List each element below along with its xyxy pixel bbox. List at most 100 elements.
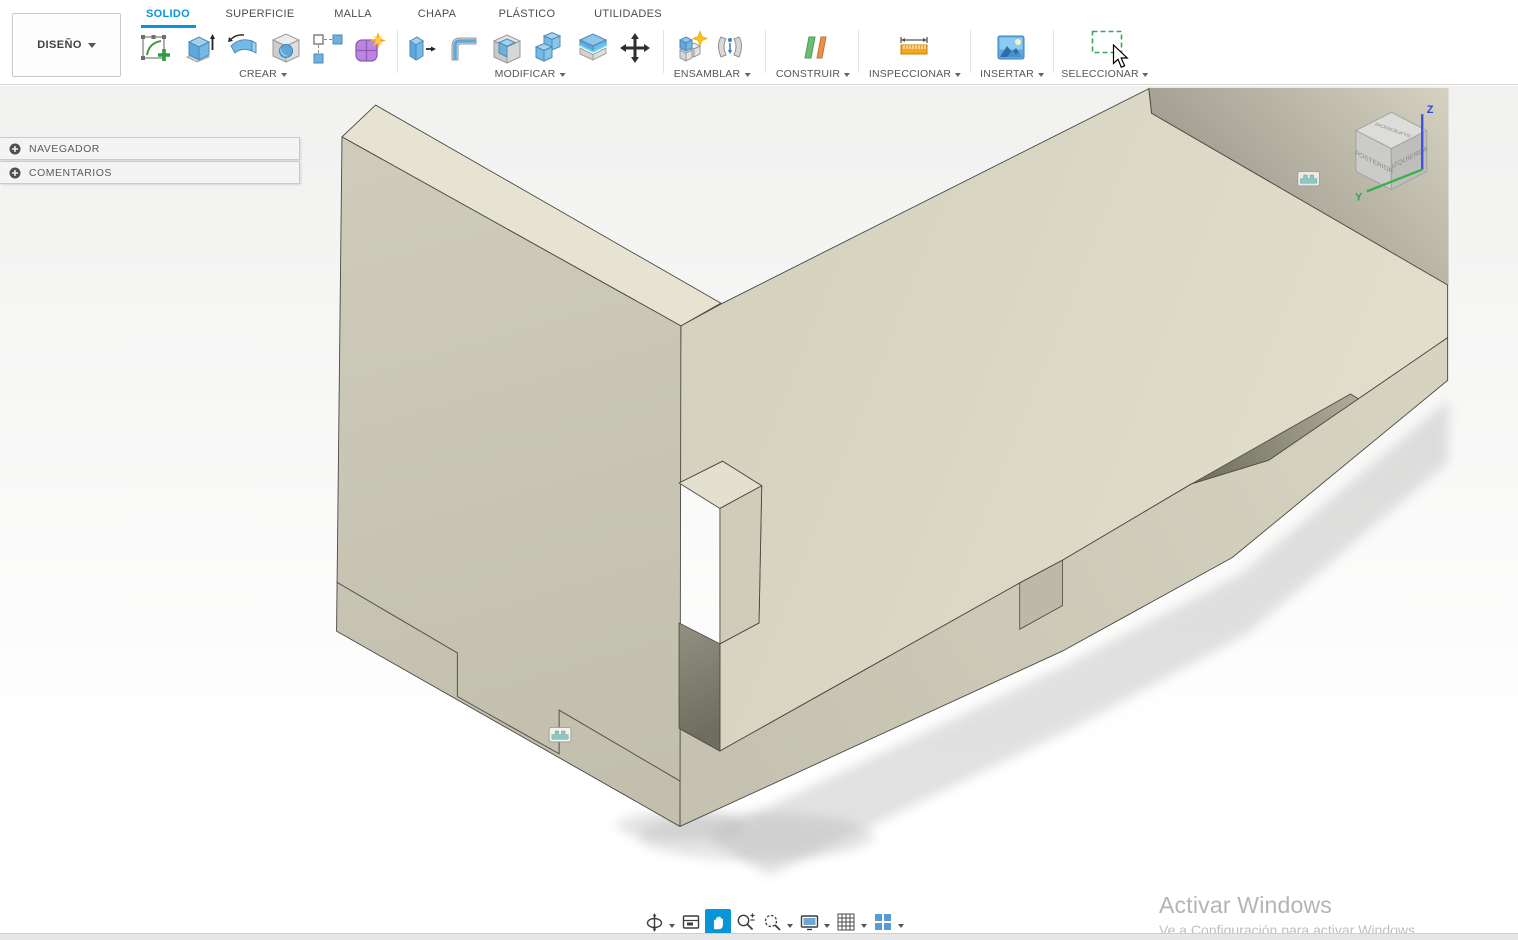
- group-construir-label: CONSTRUIR: [775, 68, 841, 80]
- measure-icon: [900, 37, 928, 55]
- chevron-down-icon: [87, 42, 96, 52]
- group-insertar[interactable]: INSERTAR: [980, 68, 1044, 80]
- windows-activation-watermark: Activar Windows Ve a Configuración para …: [1159, 892, 1419, 938]
- window-bottom-strip: [0, 933, 1518, 940]
- new-component-icon: [678, 30, 708, 62]
- group-insertar-label: INSERTAR: [980, 68, 1034, 80]
- shell-icon: [492, 34, 522, 64]
- group-construir[interactable]: CONSTRUIR: [775, 68, 851, 80]
- group-ensamblar[interactable]: ENSAMBLAR: [674, 68, 751, 80]
- orbit-icon: [646, 912, 662, 932]
- watermark-title: Activar Windows: [1159, 892, 1332, 918]
- toolbar-divider: [765, 30, 766, 73]
- toolbar-divider: [970, 30, 971, 73]
- fillet-button[interactable]: [445, 29, 483, 67]
- toolbar-divider: [663, 30, 664, 73]
- main-toolbar: DISEÑO SOLIDO SUPERFICIE MALLA CHAPA PLÁ…: [0, 0, 1518, 85]
- press-pull-button[interactable]: [402, 29, 440, 67]
- panel-navegador[interactable]: NAVEGADOR: [0, 137, 300, 160]
- joint-button[interactable]: [712, 29, 746, 67]
- primitive-box-button[interactable]: [180, 29, 218, 67]
- chevron-down-icon[interactable]: [861, 923, 867, 931]
- design-menu-label: DISEÑO: [37, 39, 82, 51]
- panel-navegador-label: NAVEGADOR: [29, 142, 100, 155]
- tab-plastico[interactable]: PLÁSTICO: [499, 5, 556, 23]
- group-ensamblar-label: ENSAMBLAR: [673, 68, 741, 80]
- zoom-button[interactable]: [732, 909, 758, 935]
- fit-button[interactable]: [759, 909, 785, 935]
- group-seleccionar[interactable]: SELECCIONAR: [1061, 68, 1149, 80]
- panel-comentarios-label: COMENTARIOS: [29, 166, 112, 179]
- insert-image-button[interactable]: [994, 29, 1028, 67]
- rectangular-pattern-button[interactable]: [309, 29, 347, 67]
- active-tab-underline: [141, 25, 196, 28]
- tab-chapa[interactable]: CHAPA: [418, 5, 457, 23]
- tab-front-face[interactable]: [719, 485, 763, 645]
- y-axis-label: Y: [1355, 191, 1363, 203]
- construction-plane-button[interactable]: [796, 29, 832, 67]
- group-crear-label: CREAR: [239, 68, 277, 80]
- create-sketch-icon: [141, 35, 170, 61]
- wall-front-face[interactable]: [336, 136, 682, 827]
- chevron-down-icon[interactable]: [824, 923, 830, 931]
- combine-button[interactable]: [531, 29, 569, 67]
- group-modificar-label: MODIFICAR: [494, 68, 556, 80]
- press-pull-icon: [409, 36, 436, 61]
- fit-icon: [764, 914, 781, 931]
- create-form-button[interactable]: [349, 29, 387, 67]
- move-copy-button[interactable]: [616, 29, 654, 67]
- revolve-button[interactable]: [224, 29, 262, 67]
- move-icon: [620, 33, 650, 63]
- viewports-icon: [875, 914, 891, 930]
- form-icon: [355, 32, 386, 62]
- construction-plane-icon: [804, 36, 827, 59]
- revolve-icon: [228, 34, 257, 54]
- fillet-icon: [451, 37, 477, 61]
- panel-comentarios[interactable]: COMENTARIOS: [0, 161, 300, 184]
- joint-slot-gap[interactable]: [678, 622, 721, 752]
- display-settings-icon: [800, 914, 818, 930]
- chevron-down-icon: [1142, 72, 1149, 80]
- expand-plus-icon[interactable]: [9, 167, 21, 179]
- chevron-down-icon: [559, 72, 566, 80]
- grid-icon: [837, 913, 855, 931]
- pan-icon: [713, 916, 723, 930]
- chevron-down-icon[interactable]: [898, 923, 904, 931]
- pattern-icon: [313, 34, 343, 64]
- model-scene: SUPERIOR POSTERIOR IZQUIERDA Z Y: [336, 87, 1449, 876]
- measure-button[interactable]: [896, 29, 932, 67]
- tab-utilidades[interactable]: UTILIDADES: [594, 5, 662, 23]
- tab-superficie[interactable]: SUPERFICIE: [225, 5, 294, 23]
- chevron-down-icon[interactable]: [787, 923, 793, 931]
- z-axis-label: Z: [1427, 104, 1434, 116]
- chevron-down-icon: [955, 72, 962, 80]
- expand-plus-icon[interactable]: [9, 143, 21, 155]
- create-sketch-button[interactable]: [137, 29, 175, 67]
- pan-button[interactable]: [705, 909, 731, 935]
- hole-icon: [271, 33, 301, 63]
- group-modificar[interactable]: MODIFICAR: [495, 68, 566, 80]
- design-menu-button[interactable]: DISEÑO: [12, 13, 121, 77]
- joint-icon: [718, 36, 742, 58]
- new-component-button[interactable]: [674, 29, 708, 67]
- hole-button[interactable]: [267, 29, 305, 67]
- shell-button[interactable]: [488, 29, 526, 67]
- viewports-button[interactable]: [870, 909, 896, 935]
- toolbar-divider: [397, 30, 398, 73]
- look-at-icon: [682, 915, 700, 929]
- split-body-button[interactable]: [574, 29, 612, 67]
- tab-solido[interactable]: SOLIDO: [146, 5, 190, 23]
- tab-malla[interactable]: MALLA: [334, 5, 372, 23]
- group-inspeccionar[interactable]: INSPECCIONAR: [868, 68, 962, 80]
- group-crear[interactable]: CREAR: [239, 68, 287, 80]
- mouse-cursor: [1112, 44, 1129, 68]
- grid-snap-button[interactable]: [833, 909, 859, 935]
- look-at-button[interactable]: [678, 909, 704, 935]
- chevron-down-icon[interactable]: [669, 923, 675, 931]
- joint-badge[interactable]: [1297, 170, 1321, 187]
- joint-badge[interactable]: [548, 726, 572, 743]
- navigation-bar: [641, 908, 906, 936]
- orbit-button[interactable]: [641, 909, 667, 935]
- display-settings-button[interactable]: [796, 909, 822, 935]
- group-inspeccionar-label: INSPECCIONAR: [868, 68, 952, 80]
